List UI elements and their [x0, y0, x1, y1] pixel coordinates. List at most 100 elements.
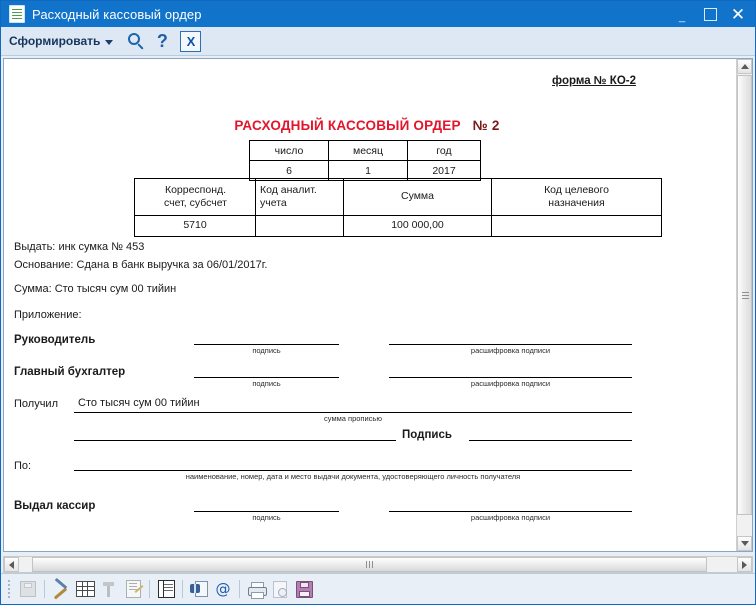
scroll-right-arrow-icon: [742, 560, 747, 569]
tools-icon: [53, 581, 70, 597]
help-icon: ?: [156, 31, 168, 51]
print-preview-button[interactable]: [268, 577, 292, 601]
scroll-left-arrow-icon: [9, 560, 14, 569]
cell-analytic-code: [255, 215, 344, 237]
generate-button-label[interactable]: Сформировать: [9, 34, 105, 48]
cell-amount: 100 000,00: [343, 215, 492, 237]
cell-corr-account: 5710: [134, 215, 256, 237]
scroll-grip-icon: [366, 561, 373, 568]
separator: [239, 580, 240, 598]
issue-to-row: Выдать: инк сумка № 453: [14, 241, 144, 253]
col-header-analytic-code-line2: учета: [260, 197, 287, 209]
cashier-signature-line: [194, 511, 339, 512]
page-title-text: РАСХОДНЫЙ КАССОВЫЙ ОРДЕР: [234, 118, 461, 133]
form-code: форма № КО-2: [552, 75, 636, 87]
col-header-corr-account: Корреспонд. счет, субсчет: [134, 178, 256, 216]
find-in-document-icon: [190, 581, 208, 597]
grid-view-icon: [157, 580, 175, 598]
bottom-toolbar: @: [1, 573, 755, 604]
search-button[interactable]: [123, 28, 149, 54]
scroll-up-button[interactable]: [737, 59, 752, 74]
horizontal-scrollbar[interactable]: [3, 556, 753, 573]
title-bar: Расходный кассовый ордер _ ✕: [1, 1, 755, 27]
table-properties-button[interactable]: [73, 577, 97, 601]
cashier-decoding-line: [389, 511, 632, 512]
col-header-analytic-code: Код аналит. учета: [255, 178, 344, 216]
help-button[interactable]: ?: [149, 28, 175, 54]
col-header-corr-account-line1: Корреспонд.: [164, 183, 227, 196]
chief-accountant-label: Главный бухгалтер: [14, 366, 126, 378]
toolbar-drag-handle[interactable]: [4, 579, 13, 599]
vertical-scroll-thumb[interactable]: [737, 75, 752, 515]
col-header-purpose-code-line1: Код целевого: [544, 183, 609, 196]
print-button[interactable]: [244, 577, 268, 601]
page-title: РАСХОДНЫЙ КАССОВЫЙ ОРДЕР № 2: [4, 118, 730, 133]
email-icon: @: [215, 579, 231, 598]
edit-document-icon: [125, 580, 141, 598]
window-controls: _ ✕: [669, 1, 751, 27]
grid-view-button[interactable]: [154, 577, 178, 601]
sum-label: Сумма:: [14, 283, 52, 295]
separator: [44, 580, 45, 598]
cashier-signature-caption: подпись: [252, 513, 281, 522]
maximize-button[interactable]: [697, 3, 723, 25]
amount-in-words-caption: сумма прописью: [324, 414, 382, 423]
edit-document-button[interactable]: [121, 577, 145, 601]
print-icon: [247, 581, 267, 599]
director-label: Руководитель: [14, 334, 96, 346]
table-properties-icon: [75, 581, 95, 597]
close-button[interactable]: ✕: [725, 3, 751, 25]
accountant-signature-line: [194, 377, 339, 378]
sum-row: Сумма: Сто тысяч сум 00 тийин: [14, 283, 176, 295]
basis-label: Основание:: [14, 259, 74, 271]
by-label: По:: [14, 460, 32, 472]
save-disk-icon: [20, 581, 36, 597]
separator: [182, 580, 183, 598]
receiver-signature-line: [469, 440, 632, 441]
scroll-down-arrow-icon: [740, 541, 749, 546]
vertical-scrollbar[interactable]: [736, 59, 752, 551]
date-header-day: число: [249, 140, 329, 161]
save-button[interactable]: [292, 577, 316, 601]
col-header-amount: Сумма: [343, 178, 492, 216]
scroll-left-button[interactable]: [4, 557, 19, 572]
director-decoding-line: [389, 344, 632, 345]
email-button[interactable]: @: [211, 577, 235, 601]
cashier-decoding-caption: расшифровка подписи: [470, 513, 551, 522]
table-row: 5710 100 000,00: [134, 215, 662, 237]
save-disk-button[interactable]: [16, 577, 40, 601]
date-header-year: год: [407, 140, 481, 161]
separator: [149, 580, 150, 598]
appendix-label: Приложение:: [14, 309, 82, 321]
issue-to-value: инк сумка № 453: [58, 241, 145, 253]
export-excel-button[interactable]: X: [180, 30, 202, 52]
accountant-decoding-caption: расшифровка подписи: [470, 379, 551, 388]
cell-purpose-code: [491, 215, 662, 237]
sort-icon: [102, 581, 116, 597]
director-decoding-caption: расшифровка подписи: [470, 346, 551, 355]
sort-button[interactable]: [97, 577, 121, 601]
top-toolbar: Сформировать ? X: [1, 27, 755, 56]
tools-button[interactable]: [49, 577, 73, 601]
document-info-caption: наименование, номер, дата и место выдачи…: [185, 472, 521, 481]
basis-row: Основание: Сдана в банк выручка за 06/01…: [14, 259, 267, 271]
document-page: форма № КО-2 РАСХОДНЫЙ КАССОВЫЙ ОРДЕР № …: [4, 59, 730, 551]
minimize-button[interactable]: _: [669, 1, 695, 28]
scroll-down-button[interactable]: [737, 536, 752, 551]
horizontal-scroll-thumb[interactable]: [32, 557, 707, 572]
director-signature-caption: подпись: [252, 346, 281, 355]
chevron-down-icon[interactable]: [105, 39, 114, 45]
accountant-signature-caption: подпись: [252, 379, 281, 388]
col-header-corr-account-line2: счет, субсчет: [164, 197, 227, 209]
received-value: Сто тысяч сум 00 тийин: [78, 397, 200, 409]
basis-value: Сдана в банк выручка за 06/01/2017г.: [76, 259, 268, 271]
received-line: [74, 412, 632, 413]
window-title: Расходный кассовый ордер: [32, 6, 202, 22]
horizontal-scroll-track[interactable]: [19, 557, 737, 572]
maximize-icon: [703, 7, 717, 21]
col-header-purpose-code: Код целевого назначения: [491, 178, 662, 216]
receiver-line-left: [74, 440, 396, 441]
scroll-right-button[interactable]: [737, 557, 752, 572]
accounts-table: Корреспонд. счет, субсчет Код аналит. уч…: [134, 178, 662, 237]
find-in-document-button[interactable]: [187, 577, 211, 601]
